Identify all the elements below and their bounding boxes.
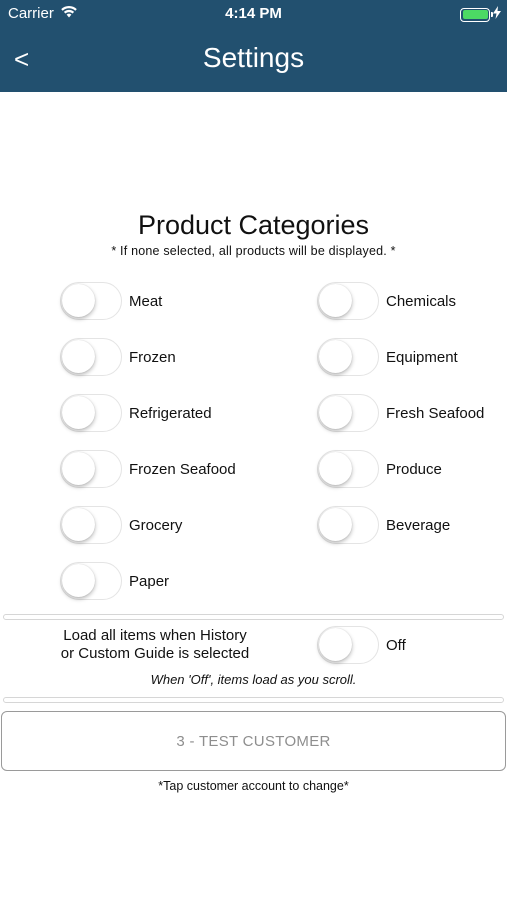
toggle-switch[interactable] (317, 394, 379, 432)
category-row-produce[interactable]: Produce (317, 449, 442, 489)
category-row-fresh-seafood[interactable]: Fresh Seafood (317, 393, 484, 433)
category-label: Produce (386, 460, 442, 478)
toggle-knob (62, 564, 95, 597)
category-row-refrigerated[interactable]: Refrigerated (60, 393, 212, 433)
toggle-knob (319, 452, 352, 485)
toggle-switch[interactable] (60, 450, 122, 488)
battery-fill (462, 10, 488, 19)
category-row-beverage[interactable]: Beverage (317, 505, 450, 545)
toggle-knob (62, 340, 95, 373)
charging-icon (493, 6, 501, 23)
category-label: Paper (129, 572, 170, 590)
load-all-state-label: Off (386, 636, 406, 654)
toggle-switch[interactable] (317, 450, 379, 488)
category-label: Frozen Seafood (129, 460, 236, 478)
toggle-knob (62, 396, 95, 429)
categories-note: * If none selected, all products will be… (111, 244, 396, 258)
toggle-switch[interactable] (60, 394, 122, 432)
page-title: Settings (202, 42, 305, 73)
toggle-switch[interactable] (60, 282, 122, 320)
toggle-knob (319, 396, 352, 429)
section-divider (3, 697, 504, 703)
toggle-switch[interactable] (317, 506, 379, 544)
status-bar: Carrier 4:14 PM (0, 0, 507, 28)
customer-hint: *Tap customer account to change* (158, 779, 349, 793)
status-time: 4:14 PM (225, 5, 282, 22)
toggle-knob (319, 284, 352, 317)
load-all-label-line2: or Custom Guide is selected (60, 645, 250, 662)
battery-group (460, 6, 501, 23)
load-all-label: Load all items when History or Custom Gu… (40, 627, 270, 663)
toggle-knob (319, 340, 352, 373)
toggle-knob (62, 284, 95, 317)
load-all-label-line1: Load all items when History (63, 627, 247, 644)
toggle-switch[interactable] (60, 338, 122, 376)
customer-account-button[interactable]: 3 - TEST CUSTOMER (1, 711, 506, 771)
category-label: Meat (129, 292, 163, 310)
load-all-note: When 'Off', items load as you scroll. (150, 672, 357, 687)
category-label: Refrigerated (129, 404, 212, 422)
battery-icon (460, 7, 493, 22)
category-row-paper[interactable]: Paper (60, 561, 169, 601)
toggle-switch[interactable] (60, 562, 122, 600)
toggle-knob (62, 452, 95, 485)
category-label: Grocery (129, 516, 183, 534)
category-row-frozen-seafood[interactable]: Frozen Seafood (60, 449, 236, 489)
toggle-knob (62, 508, 95, 541)
category-row-chemicals[interactable]: Chemicals (317, 281, 456, 321)
category-label: Frozen (129, 348, 176, 366)
toggle-switch[interactable] (60, 506, 122, 544)
category-row-frozen[interactable]: Frozen (60, 337, 176, 377)
category-label: Beverage (386, 516, 451, 534)
battery-nub (491, 12, 493, 17)
load-all-toggle-row[interactable]: Off (317, 625, 406, 665)
section-divider (3, 614, 504, 620)
category-label: Chemicals (386, 292, 457, 310)
category-row-equipment[interactable]: Equipment (317, 337, 458, 377)
load-all-toggle[interactable] (317, 626, 379, 664)
categories-title: Product Categories (137, 210, 370, 240)
category-label: Fresh Seafood (386, 404, 485, 422)
category-label: Equipment (386, 348, 458, 366)
category-row-grocery[interactable]: Grocery (60, 505, 182, 545)
toggle-switch[interactable] (317, 282, 379, 320)
nav-bar: < Settings (0, 28, 507, 92)
toggle-switch[interactable] (317, 338, 379, 376)
category-row-meat[interactable]: Meat (60, 281, 162, 321)
toggle-knob (319, 628, 352, 661)
toggle-knob (319, 508, 352, 541)
